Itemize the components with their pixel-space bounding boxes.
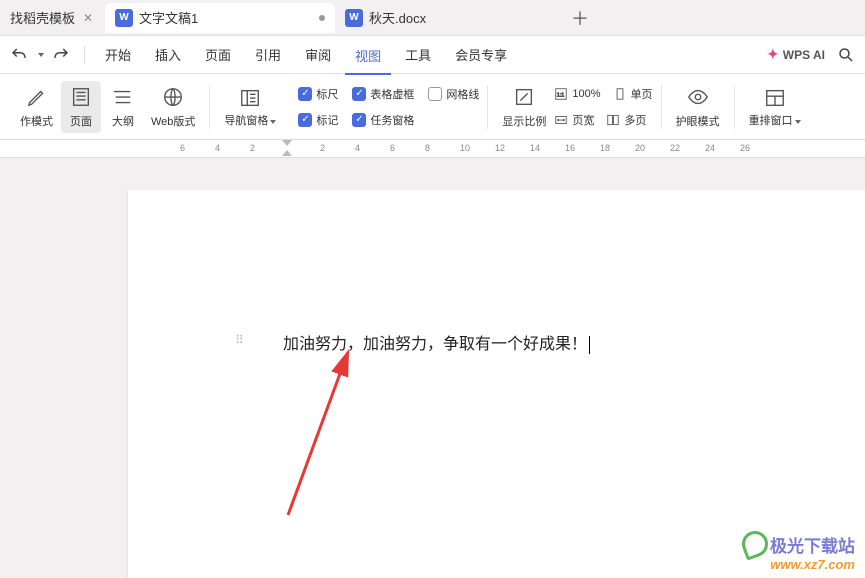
drag-handle-icon[interactable]: ⠿ bbox=[235, 333, 244, 347]
logo-icon bbox=[738, 527, 771, 560]
wps-ai-label: WPS AI bbox=[783, 48, 825, 62]
ruler-tick: 4 bbox=[215, 143, 220, 153]
ruler-tick: 4 bbox=[355, 143, 360, 153]
word-icon: W bbox=[345, 9, 363, 27]
search-icon[interactable] bbox=[833, 42, 859, 68]
ruler-tick: 18 bbox=[600, 143, 610, 153]
menu-bar: 开始 插入 页面 引用 审阅 视图 工具 会员专享 ✦ WPS AI bbox=[0, 36, 865, 74]
word-icon: W bbox=[115, 9, 133, 27]
ai-spark-icon: ✦ bbox=[767, 46, 779, 63]
ruler-tick: 16 bbox=[565, 143, 575, 153]
single-page-button[interactable]: 单页 bbox=[613, 86, 653, 102]
task-pane-checkbox[interactable]: ✓任务窗格 bbox=[352, 112, 414, 128]
marks-checkbox[interactable]: ✓标记 bbox=[298, 112, 338, 128]
pencil-icon bbox=[25, 85, 49, 109]
ruler-tick: 2 bbox=[250, 143, 255, 153]
page-icon bbox=[69, 85, 93, 109]
chevron-down-icon bbox=[795, 120, 801, 124]
tab-bar: 找稻壳模板 ✕ W 文字文稿1 W 秋天.docx ＋ bbox=[0, 0, 865, 36]
modified-dot-icon bbox=[319, 15, 325, 21]
indent-marker-icon[interactable] bbox=[280, 140, 294, 158]
globe-icon bbox=[161, 85, 185, 109]
watermark: 极光下载站 www.xz7.com bbox=[742, 531, 855, 572]
tab-document-2[interactable]: W 秋天.docx bbox=[335, 3, 565, 33]
eye-care-button[interactable]: 护眼模式 bbox=[670, 81, 726, 133]
ruler-tick: 10 bbox=[460, 143, 470, 153]
paragraph[interactable]: ⠿ 加油努力，加油努力，争取有一个好成果！ bbox=[283, 330, 748, 354]
percent-icon bbox=[512, 85, 536, 109]
new-tab-button[interactable]: ＋ bbox=[565, 5, 595, 31]
tab-template[interactable]: 找稻壳模板 ✕ bbox=[0, 3, 105, 33]
tab-label: 秋天.docx bbox=[369, 8, 426, 27]
table-frame-checkbox[interactable]: ✓表格虚框 bbox=[352, 86, 414, 102]
gridlines-checkbox[interactable]: 网格线 bbox=[428, 86, 479, 102]
eye-icon bbox=[686, 85, 710, 109]
document-text: 加油努力，加油努力，争取有一个好成果！ bbox=[283, 336, 587, 353]
chevron-down-icon bbox=[270, 120, 276, 124]
ruler-tick: 6 bbox=[180, 143, 185, 153]
write-mode-button[interactable]: 作模式 bbox=[14, 81, 59, 133]
watermark-url: www.xz7.com bbox=[770, 557, 855, 572]
menu-tools[interactable]: 工具 bbox=[395, 39, 441, 70]
redo-icon[interactable] bbox=[48, 42, 74, 68]
svg-text:1:1: 1:1 bbox=[557, 92, 564, 98]
multi-page-button[interactable]: 多页 bbox=[606, 112, 646, 128]
ruler-tick: 26 bbox=[740, 143, 750, 153]
menu-member[interactable]: 会员专享 bbox=[445, 39, 517, 70]
outline-icon bbox=[111, 85, 135, 109]
outline-view-button[interactable]: 大纲 bbox=[103, 81, 143, 133]
arrange-icon bbox=[763, 86, 787, 110]
tab-label: 找稻壳模板 bbox=[10, 8, 75, 27]
menu-start[interactable]: 开始 bbox=[95, 39, 141, 70]
web-view-button[interactable]: Web版式 bbox=[145, 81, 201, 133]
undo-icon[interactable] bbox=[6, 42, 32, 68]
menu-view[interactable]: 视图 bbox=[345, 40, 391, 75]
separator bbox=[84, 46, 85, 64]
wps-ai-button[interactable]: ✦ WPS AI bbox=[767, 46, 825, 63]
text-cursor bbox=[589, 336, 590, 354]
document-page[interactable]: ⠿ 加油努力，加油努力，争取有一个好成果！ bbox=[128, 190, 865, 578]
zoom-button[interactable]: 显示比例 bbox=[496, 81, 552, 133]
nav-pane-button[interactable]: 导航窗格 bbox=[218, 82, 282, 132]
menu-insert[interactable]: 插入 bbox=[145, 39, 191, 70]
menu-reference[interactable]: 引用 bbox=[245, 39, 291, 70]
ruler-tick: 8 bbox=[425, 143, 430, 153]
ruler-tick: 24 bbox=[705, 143, 715, 153]
ruler-tick: 12 bbox=[495, 143, 505, 153]
page-view-button[interactable]: 页面 bbox=[61, 81, 101, 133]
ruler-tick: 14 bbox=[530, 143, 540, 153]
menu-page[interactable]: 页面 bbox=[195, 39, 241, 70]
page-width-button[interactable]: 页宽 bbox=[554, 112, 594, 128]
ruler-tick: 20 bbox=[635, 143, 645, 153]
watermark-name: 极光下载站 bbox=[770, 532, 855, 557]
ruler-tick: 6 bbox=[390, 143, 395, 153]
arrange-windows-button[interactable]: 重排窗口 bbox=[743, 82, 807, 132]
ribbon: 作模式 页面 大纲 Web版式 导航窗格 ✓标尺 ✓表格虚框 网格线 bbox=[0, 74, 865, 140]
ruler-tick: 2 bbox=[320, 143, 325, 153]
zoom-100-button[interactable]: 1:1100% bbox=[554, 86, 600, 102]
document-area: 6 4 2 2 4 6 8 10 12 14 16 18 20 22 24 26… bbox=[0, 140, 865, 578]
ruler-tick: 22 bbox=[670, 143, 680, 153]
horizontal-ruler[interactable]: 6 4 2 2 4 6 8 10 12 14 16 18 20 22 24 26 bbox=[0, 140, 865, 158]
tab-label: 文字文稿1 bbox=[139, 8, 198, 27]
ruler-checkbox[interactable]: ✓标尺 bbox=[298, 86, 338, 102]
menu-review[interactable]: 审阅 bbox=[295, 39, 341, 70]
nav-pane-icon bbox=[238, 86, 262, 110]
close-icon[interactable]: ✕ bbox=[81, 11, 95, 25]
tab-document-1[interactable]: W 文字文稿1 bbox=[105, 3, 335, 33]
chevron-down-icon[interactable] bbox=[38, 53, 44, 57]
